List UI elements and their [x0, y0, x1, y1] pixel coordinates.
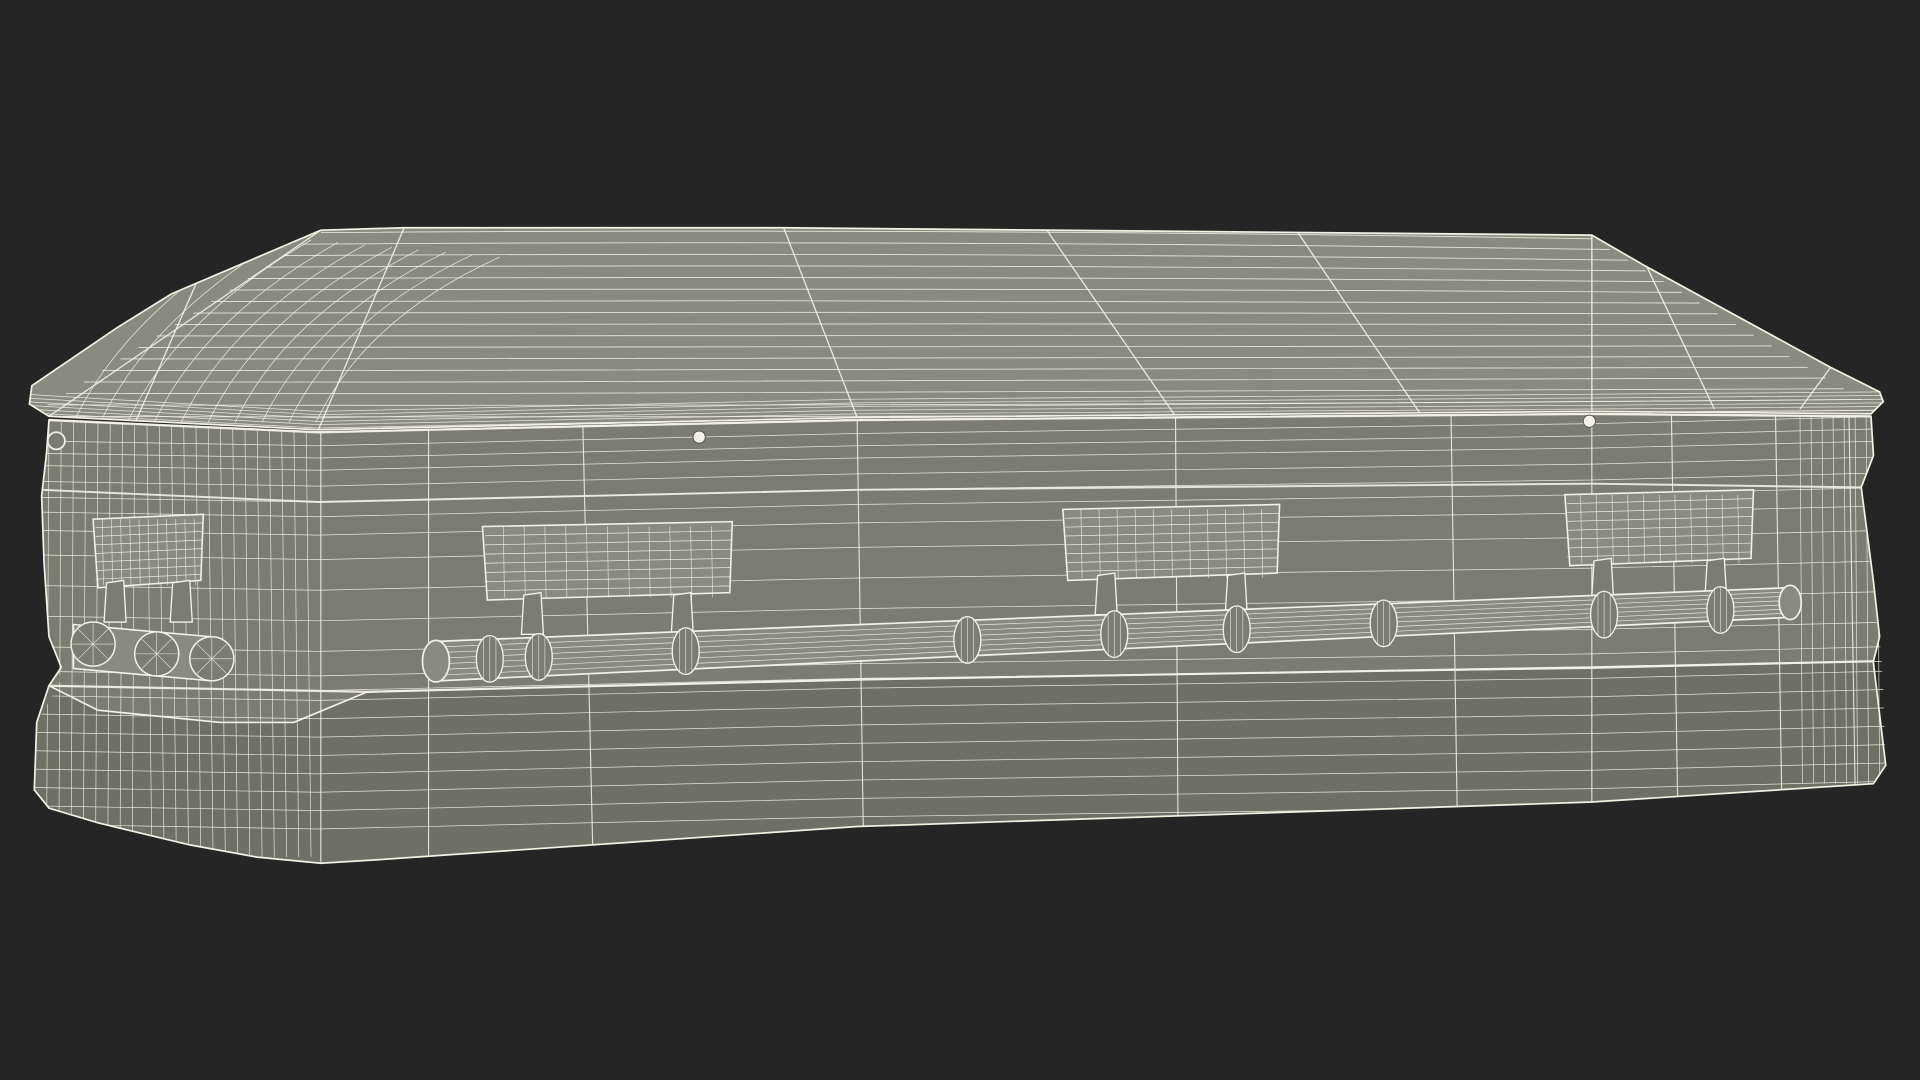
lid-lock-button	[692, 430, 706, 444]
render-viewport	[0, 0, 1920, 1080]
lid-lock-button	[1582, 414, 1597, 428]
casket-model	[28, 226, 1887, 865]
end-medallion	[46, 431, 66, 451]
casket-lid	[28, 226, 1885, 431]
casket-wireframe-icon	[28, 226, 1887, 865]
